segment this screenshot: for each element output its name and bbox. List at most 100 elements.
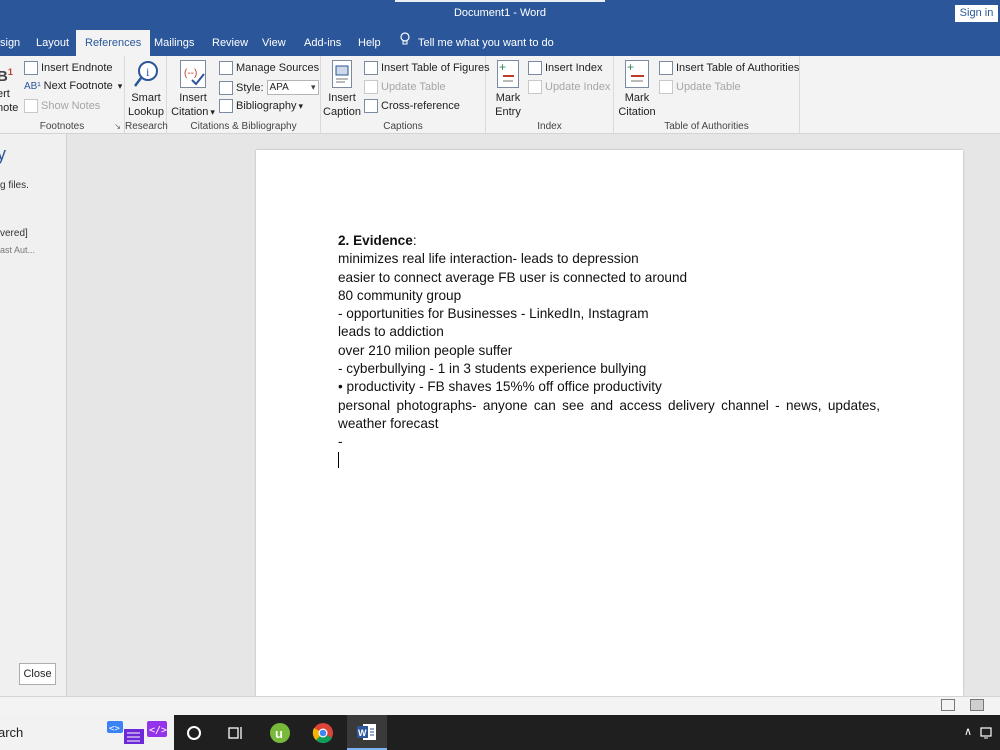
mark-entry-label-bottom: Entry — [495, 106, 521, 118]
insert-footnote-label-bottom: note — [0, 102, 19, 114]
tab-add-ins[interactable]: Add-ins — [295, 30, 350, 56]
bibliography-label: Bibliography — [236, 100, 297, 112]
update-toa-label: Update Table — [676, 81, 741, 93]
show-notes-button[interactable]: Show Notes — [24, 99, 100, 113]
cross-reference-icon — [364, 99, 378, 113]
tab-mailings[interactable]: Mailings — [145, 30, 203, 56]
document-recovery-pane: y g files. vered] ast Aut... Close — [0, 134, 67, 696]
insert-table-of-authorities-button[interactable]: Insert Table of Authorities — [659, 61, 799, 75]
update-toa-button[interactable]: Update Table — [659, 80, 741, 94]
smart-lookup-label-bottom: Lookup — [127, 106, 165, 118]
status-bar — [0, 696, 1000, 715]
chevron-down-icon: ▾ — [298, 100, 304, 111]
mark-entry-label-top: Mark — [495, 92, 521, 104]
group-index: + Mark Entry Insert Index Update Index I… — [486, 56, 614, 134]
insert-footnote-button[interactable]: B1 ert note — [0, 62, 19, 115]
doc-line: easier to connect average FB user is con… — [338, 269, 688, 285]
window-title: Document1 - Word — [453, 7, 547, 19]
smart-lookup-button[interactable]: i Smart Lookup — [127, 60, 165, 119]
search-text: arch — [0, 725, 24, 740]
show-notes-label: Show Notes — [41, 100, 101, 112]
document-page[interactable]: 2. Evidence: minimizes real life interac… — [256, 150, 963, 696]
manage-sources-label: Manage Sources — [236, 62, 320, 74]
svg-text:+: + — [499, 61, 506, 74]
style-label: Style: — [236, 81, 264, 94]
style-dropdown[interactable]: APA — [266, 80, 319, 95]
tell-me-search[interactable]: Tell me what you want to do — [398, 30, 554, 56]
footnote-icon: B1 — [0, 67, 13, 85]
sign-in-button[interactable]: Sign in — [955, 5, 998, 22]
svg-text:W: W — [358, 728, 367, 738]
chevron-up-icon[interactable]: ∧ — [964, 715, 972, 750]
document-body[interactable]: 2. Evidence: minimizes real life interac… — [338, 232, 880, 470]
group-captions: Insert Caption Insert Table of Figures U… — [321, 56, 490, 134]
table-of-authorities-icon — [659, 61, 673, 75]
update-index-icon — [528, 80, 542, 94]
update-table-icon — [364, 80, 378, 94]
tab-view[interactable]: View — [253, 30, 295, 56]
mark-entry-button[interactable]: + Mark Entry — [490, 60, 526, 119]
close-button[interactable]: Close — [19, 663, 56, 685]
doc-line: - cyberbullying - 1 in 3 students experi… — [338, 361, 647, 377]
insert-caption-label-bottom: Caption — [323, 106, 361, 118]
caption-icon — [332, 60, 352, 88]
cortana-icon[interactable] — [174, 715, 214, 750]
insert-index-button[interactable]: Insert Index — [528, 61, 602, 75]
workspace: y g files. vered] ast Aut... Close 2. Ev… — [0, 134, 1000, 696]
lightbulb-icon — [398, 30, 412, 56]
insert-footnote-label-top: ert — [0, 88, 10, 100]
insert-caption-button[interactable]: Insert Caption — [323, 60, 361, 119]
notifications-icon[interactable] — [980, 715, 994, 750]
mark-citation-icon: + — [625, 60, 649, 88]
tell-me-label: Tell me what you want to do — [418, 37, 554, 49]
insert-table-of-figures-button[interactable]: Insert Table of Figures — [364, 61, 490, 75]
print-layout-icon[interactable] — [970, 699, 984, 711]
dialog-launcher-icon[interactable]: ↘ — [114, 122, 121, 131]
bibliography-button[interactable]: Bibliography ▾ — [219, 99, 303, 113]
update-table-button[interactable]: Update Table — [364, 80, 446, 94]
svg-text:</>: </> — [149, 725, 167, 736]
tab-help[interactable]: Help — [349, 30, 390, 56]
utorrent-icon[interactable]: u — [260, 715, 300, 750]
svg-text:u: u — [275, 726, 283, 741]
mark-citation-label-bottom: Citation — [618, 106, 656, 118]
insert-table-of-authorities-label: Insert Table of Authorities — [676, 62, 800, 74]
chevron-down-icon: ▾ — [117, 80, 123, 91]
cross-reference-button[interactable]: Cross-reference — [364, 99, 460, 113]
tab-design[interactable]: sign — [0, 30, 29, 56]
chrome-icon[interactable] — [303, 715, 343, 750]
doc-dash: - — [338, 434, 343, 450]
insert-citation-button[interactable]: (--) Insert Citation ▾ — [170, 60, 216, 119]
taskbar-search[interactable]: arch <> </> — [0, 715, 174, 750]
insert-citation-label-top: Insert — [179, 92, 207, 104]
insert-citation-label-bottom: Citation ▾ — [170, 105, 216, 119]
mark-citation-button[interactable]: + Mark Citation — [617, 60, 657, 119]
doc-paragraph: personal photographs- anyone can see and… — [338, 397, 880, 431]
show-notes-icon — [24, 99, 38, 113]
task-view-icon[interactable] — [216, 715, 256, 750]
doc-line: minimizes real life interaction- leads t… — [338, 251, 639, 267]
quick-access-indicator — [395, 0, 605, 2]
update-index-button[interactable]: Update Index — [528, 80, 610, 94]
research-group-label: Research — [125, 121, 168, 132]
tab-review[interactable]: Review — [203, 30, 257, 56]
insert-endnote-button[interactable]: Insert Endnote — [24, 61, 113, 75]
insert-table-of-figures-label: Insert Table of Figures — [381, 62, 490, 74]
update-toa-icon — [659, 80, 673, 94]
tab-layout[interactable]: Layout — [27, 30, 78, 56]
word-taskbar-icon[interactable]: W — [347, 715, 387, 750]
style-selector: Style: APA — [219, 80, 319, 95]
doc-line: over 210 milion people suffer — [338, 342, 513, 358]
ribbon-tabs: sign Layout References Mailings Review V… — [0, 30, 1000, 56]
read-mode-icon[interactable] — [941, 699, 955, 711]
next-footnote-button[interactable]: AB¹ Next Footnote ▾ — [24, 80, 122, 92]
manage-sources-button[interactable]: Manage Sources — [219, 61, 319, 75]
recovered-file-name[interactable]: vered] — [0, 228, 28, 239]
insert-index-label: Insert Index — [545, 62, 603, 74]
citations-group-label: Citations & Bibliography — [190, 121, 297, 132]
tab-references[interactable]: References — [76, 30, 151, 56]
group-table-of-authorities: + Mark Citation Insert Table of Authorit… — [614, 56, 800, 134]
mark-citation-label-top: Mark — [624, 92, 650, 104]
toa-group-label: Table of Authorities — [664, 121, 749, 132]
heading-text: 2. Evidence — [338, 233, 413, 248]
